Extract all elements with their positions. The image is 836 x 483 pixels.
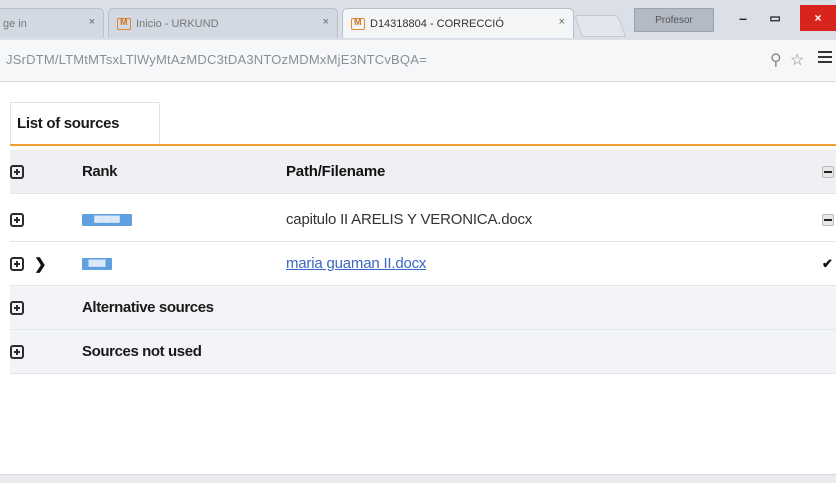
expand-row-icon[interactable] (10, 212, 24, 227)
tab-title: ge in (3, 17, 27, 30)
profile-button[interactable]: Profesor (634, 8, 714, 32)
address-bar: JSrDTM/LTMtMTsxLTlWyMtAzMDC3tDA3NTOzMDMx… (0, 40, 836, 82)
urkund-favicon-icon (351, 17, 365, 30)
window-close-button[interactable]: × (800, 5, 836, 31)
rank-badge: ████ (82, 257, 112, 270)
rank-column-header[interactable]: Rank (82, 163, 117, 180)
expand-row-icon[interactable] (10, 256, 24, 271)
source-filename-link[interactable]: maria guaman II.docx (286, 255, 426, 272)
table-header-row: Rank Path/Filename (10, 150, 836, 194)
browser-tab-1[interactable]: ge in × (0, 8, 104, 38)
path-column-header[interactable]: Path/Filename (286, 163, 385, 180)
collapse-all-icon[interactable] (822, 165, 834, 178)
bottom-panel-edge (0, 474, 836, 483)
tab-underline (10, 144, 836, 146)
expand-group-icon[interactable] (10, 300, 24, 315)
menu-icon[interactable] (818, 51, 832, 65)
browser-tab-urkund[interactable]: Inicio - URKUND × (108, 8, 338, 38)
browser-tab-active[interactable]: D14318804 - CORRECCIÓ × (342, 8, 574, 38)
source-filename: capitulo II ARELIS Y VERONICA.docx (286, 211, 533, 228)
group-label: Alternative sources (82, 299, 214, 316)
checkmark-icon[interactable]: ✔ (822, 257, 834, 270)
zoom-icon[interactable]: ⚲ (770, 50, 782, 70)
alternative-sources-row[interactable]: Alternative sources (10, 286, 836, 330)
expand-all-icon[interactable] (10, 164, 24, 179)
sources-not-used-row[interactable]: Sources not used (10, 330, 836, 374)
restore-button[interactable]: ▭ (760, 5, 790, 31)
table-row[interactable]: ██████ capitulo II ARELIS Y VERONICA.doc… (10, 198, 836, 242)
rank-badge: ██████ (82, 213, 132, 226)
group-label: Sources not used (82, 343, 202, 360)
tab-title: D14318804 - CORRECCIÓ (370, 17, 504, 30)
tab-title: Inicio - URKUND (136, 17, 219, 30)
minimize-button[interactable]: – (728, 5, 758, 31)
new-tab-button[interactable] (573, 15, 627, 37)
tab-close-icon[interactable]: × (323, 16, 329, 28)
exclude-source-icon[interactable] (822, 213, 834, 226)
tab-close-icon[interactable]: × (89, 16, 95, 28)
expand-group-icon[interactable] (10, 344, 24, 359)
tab-close-icon[interactable]: × (559, 16, 565, 28)
url-field[interactable]: JSrDTM/LTMtMTsxLTlWyMtAzMDC3tDA3NTOzMDMx… (6, 52, 427, 67)
star-icon[interactable]: ☆ (790, 50, 804, 70)
browser-tab-strip: ge in × Inicio - URKUND × D14318804 - CO… (0, 0, 836, 40)
chevron-right-icon: ❯ (34, 255, 47, 273)
urkund-favicon-icon (117, 17, 131, 30)
list-of-sources-tab[interactable]: List of sources (10, 102, 160, 144)
table-row-selected[interactable]: ❯ ████ maria guaman II.docx ✔ (10, 242, 836, 286)
